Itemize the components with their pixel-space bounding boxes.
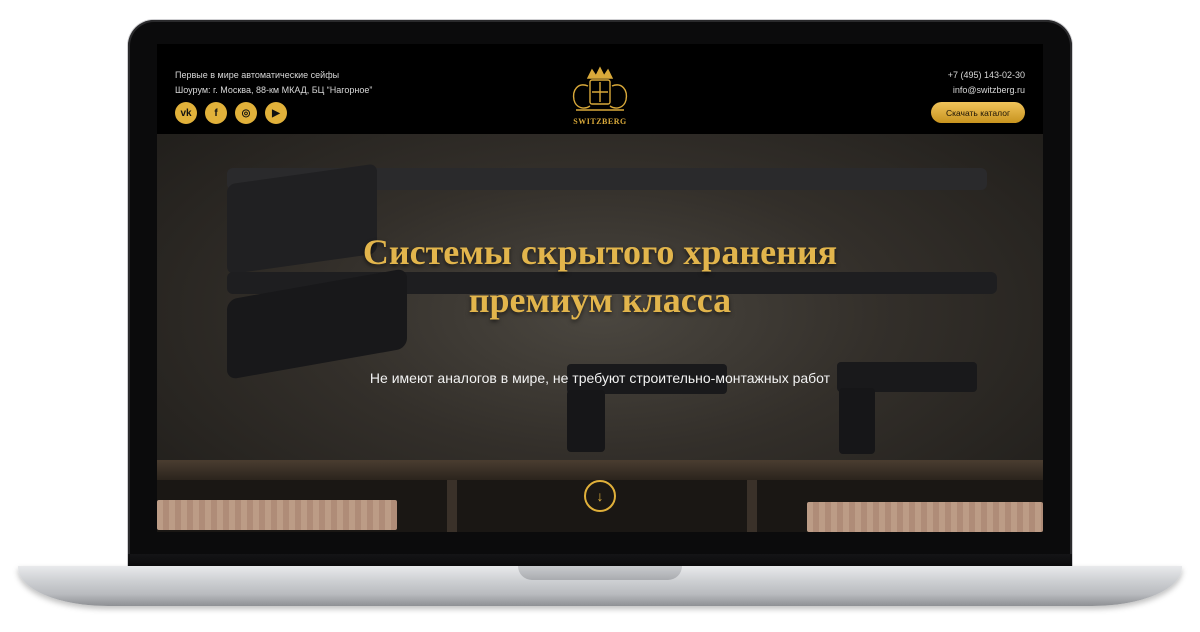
compartment-divider [447,480,457,532]
vk-icon[interactable]: vk [175,102,197,124]
money-stack-right [807,502,1043,532]
showroom-address: Шоурум: г. Москва, 88-км МКАД, БЦ “Нагор… [175,85,373,95]
compartment-divider [747,480,757,532]
brand-logo[interactable]: SWITZBERG [562,64,638,130]
site-header: Первые в мире автоматические сейфы Шоуру… [157,44,1043,134]
header-info: Первые в мире автоматические сейфы Шоуру… [175,68,372,98]
download-catalog-button[interactable]: Скачать каталог [931,102,1025,123]
email-link[interactable]: info@switzberg.ru [948,83,1025,98]
youtube-icon[interactable]: ▶ [265,102,287,124]
facebook-icon[interactable]: f [205,102,227,124]
hero-title-line2: премиум класса [468,280,732,320]
social-links: vk f ◎ ▶ [175,102,287,124]
scroll-down-button[interactable]: ↓ [584,480,616,512]
hero-section: Системы скрытого хранения премиум класса… [157,134,1043,532]
website-screen: Первые в мире автоматические сейфы Шоуру… [157,44,1043,532]
crest-icon [572,66,628,111]
header-contacts: +7 (495) 143-02-30 info@switzberg.ru [948,68,1025,98]
shelf [157,460,1043,480]
laptop-notch [518,566,682,580]
brand-name: SWITZBERG [573,117,627,126]
phone-link[interactable]: +7 (495) 143-02-30 [948,68,1025,83]
hero-title-line1: Системы скрытого хранения [362,232,838,272]
tagline: Первые в мире автоматические сейфы [175,70,340,80]
arrow-down-icon: ↓ [596,488,604,504]
hero-subtitle: Не имеют аналогов в мире, не требуют стр… [369,370,831,386]
money-stack-left [157,500,397,530]
hero-title: Системы скрытого хранения премиум класса [157,228,1043,324]
instagram-icon[interactable]: ◎ [235,102,257,124]
pistol-1-grip [567,390,605,452]
pistol-2-grip [839,388,875,454]
